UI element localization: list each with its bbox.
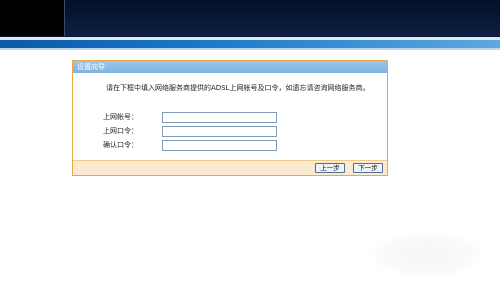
panel-title: 设置向导 <box>73 61 387 73</box>
previous-button[interactable]: 上一步 <box>315 163 345 173</box>
next-button[interactable]: 下一步 <box>353 163 383 173</box>
logo-area <box>0 0 65 36</box>
account-label: 上网帐号： <box>103 113 138 121</box>
setup-wizard-panel: 设置向导 请在下框中填入网络服务商提供的ADSL上网帐号及口令，如遗忘请咨询网络… <box>72 60 388 176</box>
password-input[interactable] <box>162 126 277 137</box>
banner-blue-stripe <box>0 40 500 48</box>
confirm-password-input[interactable] <box>162 140 277 151</box>
account-input[interactable] <box>162 112 277 123</box>
banner-light-stripe <box>0 48 500 50</box>
intro-text: 请在下框中填入网络服务商提供的ADSL上网帐号及口令，如遗忘请咨询网络服务商。 <box>106 84 370 92</box>
panel-footer: 上一步 下一步 <box>73 160 387 175</box>
password-label: 上网口令： <box>103 127 138 135</box>
confirm-password-label: 确认口令： <box>103 141 138 149</box>
background-cloud <box>372 232 482 278</box>
banner-dark-area <box>65 0 500 36</box>
top-banner <box>0 0 500 50</box>
